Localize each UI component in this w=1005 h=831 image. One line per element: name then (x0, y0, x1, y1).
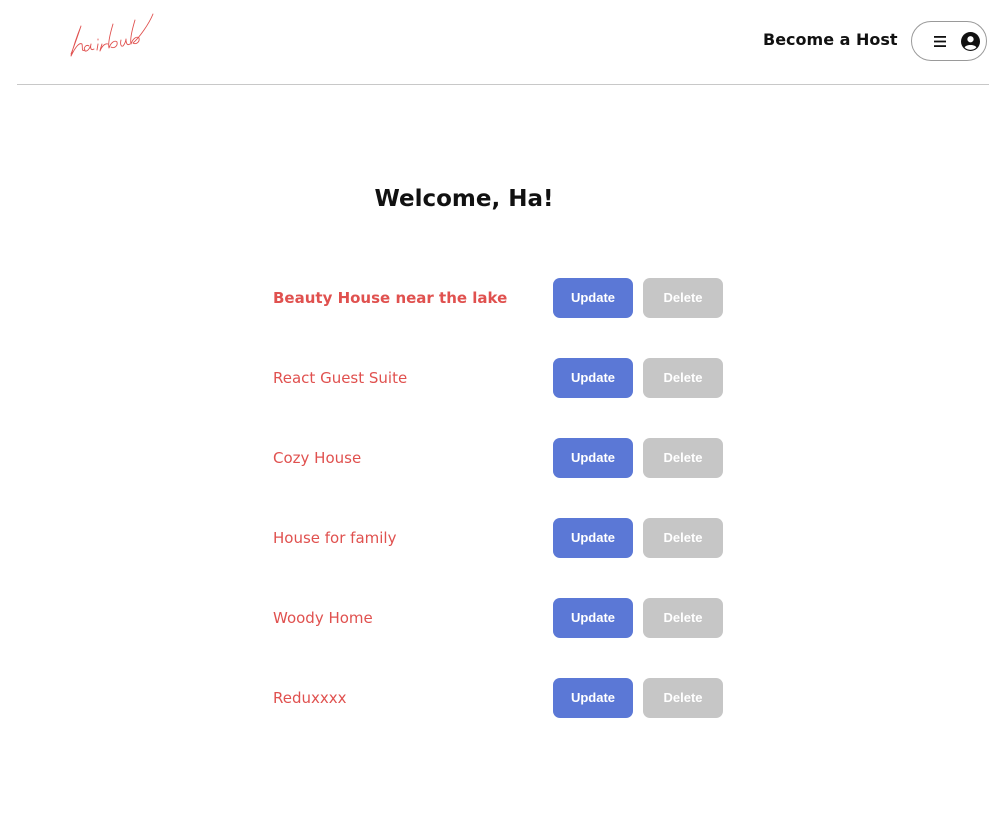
listing-title[interactable]: Cozy House (273, 449, 361, 467)
logo[interactable]: hairbnb (65, 6, 155, 62)
listing-row: Cozy House Update Delete (273, 438, 733, 478)
delete-button[interactable]: Delete (643, 678, 723, 718)
delete-button[interactable]: Delete (643, 518, 723, 558)
update-button[interactable]: Update (553, 358, 633, 398)
update-button[interactable]: Update (553, 438, 633, 478)
listing-title[interactable]: Reduxxxx (273, 689, 347, 707)
update-button[interactable]: Update (553, 598, 633, 638)
top-navbar: hairbnb Become a Host (17, 0, 989, 85)
hamburger-icon (934, 36, 946, 47)
listing-title[interactable]: Beauty House near the lake (273, 289, 507, 307)
delete-button[interactable]: Delete (643, 598, 723, 638)
listing-row: Beauty House near the lake Update Delete (273, 278, 733, 318)
update-button[interactable]: Update (553, 278, 633, 318)
listing-row: House for family Update Delete (273, 518, 733, 558)
listing-row: Reduxxxx Update Delete (273, 678, 733, 718)
become-host-link[interactable]: Become a Host (763, 30, 898, 49)
welcome-heading: Welcome, Ha! (374, 186, 554, 212)
listing-row: Woody Home Update Delete (273, 598, 733, 638)
user-circle-icon (961, 32, 980, 51)
listing-title[interactable]: House for family (273, 529, 396, 547)
listing-row: React Guest Suite Update Delete (273, 358, 733, 398)
update-button[interactable]: Update (553, 678, 633, 718)
delete-button[interactable]: Delete (643, 358, 723, 398)
delete-button[interactable]: Delete (643, 438, 723, 478)
listing-title[interactable]: Woody Home (273, 609, 373, 627)
update-button[interactable]: Update (553, 518, 633, 558)
logo-script (70, 13, 154, 57)
delete-button[interactable]: Delete (643, 278, 723, 318)
listing-title[interactable]: React Guest Suite (273, 369, 407, 387)
user-menu-button[interactable] (911, 21, 987, 61)
